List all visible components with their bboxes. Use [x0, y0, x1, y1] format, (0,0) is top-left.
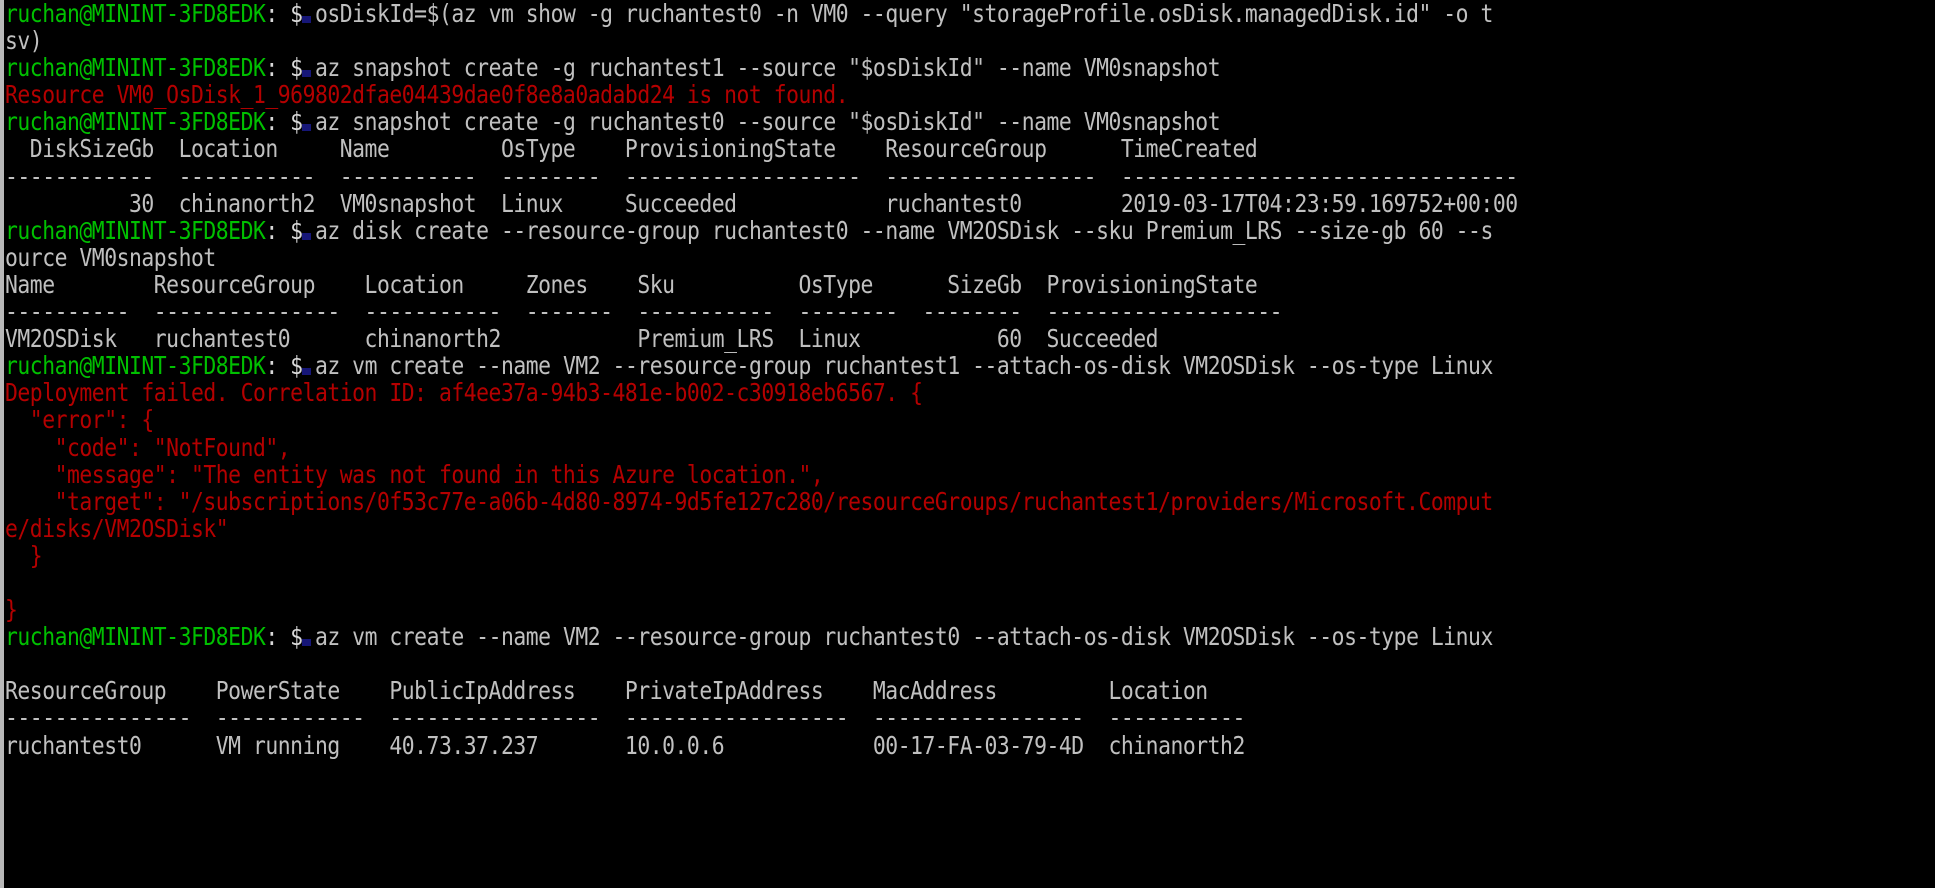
output-text: ------------ ----------- ----------- ---… — [5, 161, 1518, 191]
terminal-output-line: DiskSizeGb Location Name OsType Provisio… — [5, 135, 1935, 162]
command-text: az vm create --name VM2 --resource-group… — [314, 351, 1493, 381]
error-text: Deployment failed. Correlation ID: af4ee… — [5, 378, 923, 408]
terminal-output-line: ruchantest0 VM running 40.73.37.237 10.0… — [5, 730, 1935, 760]
terminal-error-line: Resource VM0_OsDisk_1_969802dfae04439dae… — [5, 81, 1935, 108]
terminal-error-line — [5, 569, 1935, 596]
error-text: "error": { — [5, 405, 154, 435]
output-text: --------------- ------------ -----------… — [5, 703, 1245, 733]
terminal-output-line: ---------- --------------- ----------- -… — [5, 298, 1935, 325]
prompt-separator: : — [265, 351, 291, 381]
terminal-output-line: sv) — [5, 27, 1935, 54]
prompt-user-host: ruchan@MININT-3FD8EDK — [5, 53, 266, 83]
error-text: } — [5, 540, 43, 570]
prompt-separator: : — [265, 107, 291, 137]
prompt-user-host: ruchan@MININT-3FD8EDK — [5, 0, 266, 28]
output-text: VM2OSDisk ruchantest0 chinanorth2 Premiu… — [5, 324, 1159, 354]
prompt-symbol: $ — [290, 351, 315, 381]
prompt-user-host: ruchan@MININT-3FD8EDK — [5, 351, 266, 381]
command-text: az vm create --name VM2 --resource-group… — [314, 622, 1493, 652]
output-text: DiskSizeGb Location Name OsType Provisio… — [5, 134, 1258, 164]
error-text: "message": "The entity was not found in … — [5, 459, 824, 489]
prompt-symbol: $ — [290, 107, 315, 137]
terminal-command-line: ruchan@MININT-3FD8EDK: $ az vm create --… — [5, 352, 1935, 379]
prompt-user-host: ruchan@MININT-3FD8EDK — [5, 215, 266, 245]
prompt-separator: : — [265, 53, 291, 83]
error-text: "code": "NotFound", — [5, 432, 291, 462]
prompt-separator: : — [265, 622, 291, 652]
output-text: ---------- --------------- ----------- -… — [5, 297, 1283, 327]
terminal-output-line: ResourceGroup PowerState PublicIpAddress… — [5, 677, 1935, 704]
prompt-symbol: $ — [290, 0, 315, 28]
terminal-error-line: } — [5, 596, 1935, 623]
terminal-error-line: "code": "NotFound", — [5, 432, 1935, 462]
terminal-command-line: ruchan@MININT-3FD8EDK: $ az vm create --… — [5, 623, 1935, 650]
terminal-error-line: "message": "The entity was not found in … — [5, 461, 1935, 488]
output-text: ruchantest0 VM running 40.73.37.237 10.0… — [5, 730, 1245, 760]
terminal-command-line: ruchan@MININT-3FD8EDK: $ az disk create … — [5, 217, 1935, 244]
command-text: az snapshot create -g ruchantest0 --sour… — [314, 107, 1221, 137]
output-text: ource VM0snapshot — [5, 242, 216, 272]
command-text: az disk create --resource-group ruchante… — [314, 215, 1493, 245]
scrollbar-thumb[interactable] — [0, 0, 4, 888]
vertical-scrollbar[interactable] — [0, 0, 5, 888]
prompt-symbol: $ — [290, 622, 315, 652]
output-text: sv) — [5, 26, 43, 56]
terminal-command-line: ruchan@MININT-3FD8EDK: $ osDiskId=$(az v… — [5, 0, 1935, 27]
prompt-user-host: ruchan@MININT-3FD8EDK — [5, 622, 266, 652]
terminal-command-line: ruchan@MININT-3FD8EDK: $ az snapshot cre… — [5, 54, 1935, 81]
terminal-output-line: ------------ ----------- ----------- ---… — [5, 163, 1935, 190]
terminal-output-line: ource VM0snapshot — [5, 244, 1935, 271]
terminal-error-line: e/disks/VM2OSDisk" — [5, 515, 1935, 542]
error-text: "target": "/subscriptions/0f53c77e-a06b-… — [5, 486, 1494, 516]
command-text: osDiskId=$(az vm show -g ruchantest0 -n … — [314, 0, 1493, 28]
terminal-error-line: } — [5, 542, 1935, 569]
error-text: Resource VM0_OsDisk_1_969802dfae04439dae… — [5, 80, 849, 110]
prompt-separator: : — [265, 215, 291, 245]
terminal-output-line: --------------- ------------ -----------… — [5, 704, 1935, 731]
command-text: az snapshot create -g ruchantest1 --sour… — [314, 53, 1221, 83]
prompt-symbol: $ — [290, 215, 315, 245]
output-text: Name ResourceGroup Location Zones Sku Os… — [5, 269, 1258, 299]
terminal-error-line: "target": "/subscriptions/0f53c77e-a06b-… — [5, 488, 1935, 515]
prompt-user-host: ruchan@MININT-3FD8EDK — [5, 107, 266, 137]
terminal-output-line: 30 chinanorth2 VM0snapshot Linux Succeed… — [5, 190, 1935, 217]
terminal-error-line: Deployment failed. Correlation ID: af4ee… — [5, 379, 1935, 406]
error-text: e/disks/VM2OSDisk" — [5, 513, 229, 543]
output-text: 30 chinanorth2 VM0snapshot Linux Succeed… — [5, 188, 1518, 218]
error-text: } — [5, 595, 18, 625]
terminal-output-line: Name ResourceGroup Location Zones Sku Os… — [5, 271, 1935, 298]
terminal-screen[interactable]: ruchan@MININT-3FD8EDK: $ osDiskId=$(az v… — [5, 0, 1935, 888]
output-text: ResourceGroup PowerState PublicIpAddress… — [5, 676, 1208, 706]
prompt-separator: : — [265, 0, 291, 28]
terminal-window[interactable]: ruchan@MININT-3FD8EDK: $ osDiskId=$(az v… — [0, 0, 1935, 888]
terminal-error-line: "error": { — [5, 406, 1935, 433]
prompt-symbol: $ — [290, 53, 315, 83]
terminal-output-line: VM2OSDisk ruchantest0 chinanorth2 Premiu… — [5, 325, 1935, 352]
terminal-command-line: ruchan@MININT-3FD8EDK: $ az snapshot cre… — [5, 108, 1935, 135]
